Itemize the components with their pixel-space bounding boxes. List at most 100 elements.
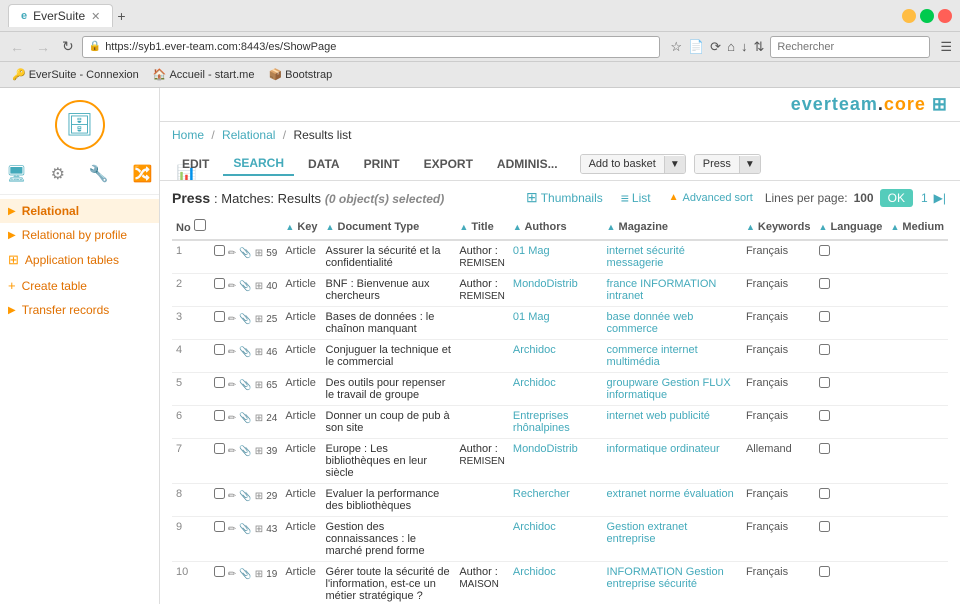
sidebar-item-transfer-records[interactable]: ▶ Transfer records — [0, 298, 159, 322]
clip-icon[interactable]: 📎 — [239, 314, 251, 325]
download-icon[interactable]: ↓ — [739, 37, 750, 57]
sidebar-wrench-icon[interactable]: 🔧 — [85, 160, 113, 188]
col-title[interactable]: ▲ Title — [455, 214, 509, 240]
address-bar[interactable]: 🔒 https://syb1.ever-team.com:8443/es/Sho… — [82, 36, 661, 58]
expand-icon[interactable]: ⊞ — [255, 491, 263, 502]
print-button[interactable]: PRINT — [354, 153, 410, 175]
bookmark-eversuite[interactable]: 🔑 EverSuite - Connexion — [8, 66, 143, 83]
clip-icon[interactable]: 📎 — [239, 248, 251, 259]
sidebar-item-application-tables[interactable]: ⊞ Application tables — [0, 247, 159, 273]
edit-icon[interactable]: ✏ — [228, 446, 236, 457]
medium-checkbox[interactable] — [819, 311, 830, 322]
col-authors[interactable]: ▲ Authors — [509, 214, 603, 240]
forward-button[interactable]: → — [32, 37, 54, 57]
expand-icon[interactable]: ⊞ — [255, 380, 263, 391]
expand-icon[interactable]: ⊞ — [255, 524, 263, 535]
expand-icon[interactable]: ⊞ — [255, 446, 263, 457]
cell-magazine[interactable]: 01 Mag — [509, 307, 603, 340]
select-all-checkbox[interactable] — [194, 219, 206, 231]
sync-icon[interactable]: ⇅ — [751, 37, 766, 57]
cell-title[interactable]: Europe : Les bibliothèques en leur siècl… — [322, 439, 456, 484]
cell-magazine[interactable]: Rechercher — [509, 484, 603, 517]
clip-icon[interactable]: 📎 — [239, 524, 251, 535]
cell-magazine[interactable]: 01 Mag — [509, 240, 603, 274]
press-dropdown-arrow[interactable]: ▼ — [739, 156, 760, 173]
tab-close-icon[interactable]: ✕ — [91, 10, 100, 23]
close-button[interactable] — [938, 9, 952, 23]
adminis-button[interactable]: ADMINIS... — [487, 153, 568, 175]
cell-magazine[interactable]: Archidoc — [509, 517, 603, 562]
expand-icon[interactable]: ⊞ — [255, 314, 263, 325]
row-checkbox[interactable] — [214, 245, 225, 256]
medium-checkbox[interactable] — [819, 344, 830, 355]
clip-icon[interactable]: 📎 — [239, 413, 251, 424]
home-icon[interactable]: ⌂ — [725, 37, 737, 57]
medium-checkbox[interactable] — [819, 410, 830, 421]
expand-icon[interactable]: ⊞ — [255, 347, 263, 358]
press-select-label[interactable]: Press — [695, 155, 739, 173]
thumbnails-view-button[interactable]: ⊞ Thumbnails — [520, 187, 609, 208]
add-basket-label[interactable]: Add to basket — [581, 155, 664, 173]
row-checkbox[interactable] — [214, 344, 225, 355]
row-checkbox[interactable] — [214, 566, 225, 577]
sidebar-settings-icon[interactable]: ⚙ — [47, 160, 69, 188]
col-doc-type[interactable]: ▲ Document Type — [322, 214, 456, 240]
edit-icon[interactable]: ✏ — [228, 347, 236, 358]
cell-magazine[interactable]: Archidoc — [509, 562, 603, 604]
maximize-button[interactable] — [920, 9, 934, 23]
sidebar-tools-icon[interactable]: 🔀 — [129, 160, 157, 188]
row-checkbox[interactable] — [214, 311, 225, 322]
sidebar-item-relational-by-profile[interactable]: ▶ Relational by profile — [0, 223, 159, 247]
clip-icon[interactable]: 📎 — [239, 380, 251, 391]
cell-magazine[interactable]: Archidoc — [509, 373, 603, 406]
edit-icon[interactable]: ✏ — [228, 380, 236, 391]
export-button[interactable]: EXPORT — [414, 153, 483, 175]
col-keywords[interactable]: ▲ Keywords — [742, 214, 815, 240]
expand-icon[interactable]: ⊞ — [255, 413, 263, 424]
clip-icon[interactable]: 📎 — [239, 347, 251, 358]
edit-icon[interactable]: ✏ — [228, 314, 236, 325]
clip-icon[interactable]: 📎 — [239, 569, 251, 580]
sidebar-item-create-table[interactable]: + Create table — [0, 273, 159, 298]
clip-icon[interactable]: 📎 — [239, 491, 251, 502]
cell-title[interactable]: Conjuguer la technique et le commercial — [322, 340, 456, 373]
clip-icon[interactable]: 📎 — [239, 281, 251, 292]
expand-icon[interactable]: ⊞ — [255, 569, 263, 580]
expand-icon[interactable]: ⊞ — [255, 248, 263, 259]
browser-tab[interactable]: e EverSuite ✕ — [8, 4, 113, 27]
cell-title[interactable]: Assurer la sécurité et la confidentialit… — [322, 240, 456, 274]
cell-title[interactable]: Donner un coup de pub à son site — [322, 406, 456, 439]
edit-icon[interactable]: ✏ — [228, 491, 236, 502]
next-page-button[interactable]: ▶| — [932, 189, 948, 207]
col-magazine[interactable]: ▲ Magazine — [603, 214, 742, 240]
row-checkbox[interactable] — [214, 488, 225, 499]
refresh-button[interactable]: ↻ — [58, 36, 78, 57]
col-key[interactable]: ▲ Key — [281, 214, 321, 240]
breadcrumb-relational[interactable]: Relational — [222, 128, 275, 142]
search-button[interactable]: SEARCH — [223, 152, 294, 176]
sidebar-item-relational[interactable]: ▶ Relational — [0, 199, 159, 223]
edit-icon[interactable]: ✏ — [228, 248, 236, 259]
cell-title[interactable]: Des outils pour repenser le travail de g… — [322, 373, 456, 406]
medium-checkbox[interactable] — [819, 443, 830, 454]
history-icon[interactable]: ⟳ — [708, 37, 723, 57]
browser-search-input[interactable] — [770, 36, 930, 58]
basket-dropdown-arrow[interactable]: ▼ — [664, 156, 685, 173]
medium-checkbox[interactable] — [819, 521, 830, 532]
cell-magazine[interactable]: MondoDistrib — [509, 439, 603, 484]
row-checkbox[interactable] — [214, 377, 225, 388]
cell-title[interactable]: BNF : Bienvenue aux chercheurs — [322, 274, 456, 307]
breadcrumb-home[interactable]: Home — [172, 128, 204, 142]
cell-title[interactable]: Gestion des connaissances : le marché pr… — [322, 517, 456, 562]
advanced-sort-link[interactable]: Advanced sort — [683, 192, 753, 204]
medium-checkbox[interactable] — [819, 278, 830, 289]
new-tab-button[interactable]: + — [117, 8, 125, 24]
bookmark-star-icon[interactable]: ☆ — [668, 37, 684, 57]
medium-checkbox[interactable] — [819, 566, 830, 577]
sidebar-monitor-icon[interactable]: 🖥 — [2, 160, 30, 188]
menu-button[interactable]: ☰ — [938, 37, 954, 57]
edit-button[interactable]: EDIT — [172, 153, 219, 175]
row-checkbox[interactable] — [214, 278, 225, 289]
clip-icon[interactable]: 📎 — [239, 446, 251, 457]
expand-icon[interactable]: ⊞ — [255, 281, 263, 292]
